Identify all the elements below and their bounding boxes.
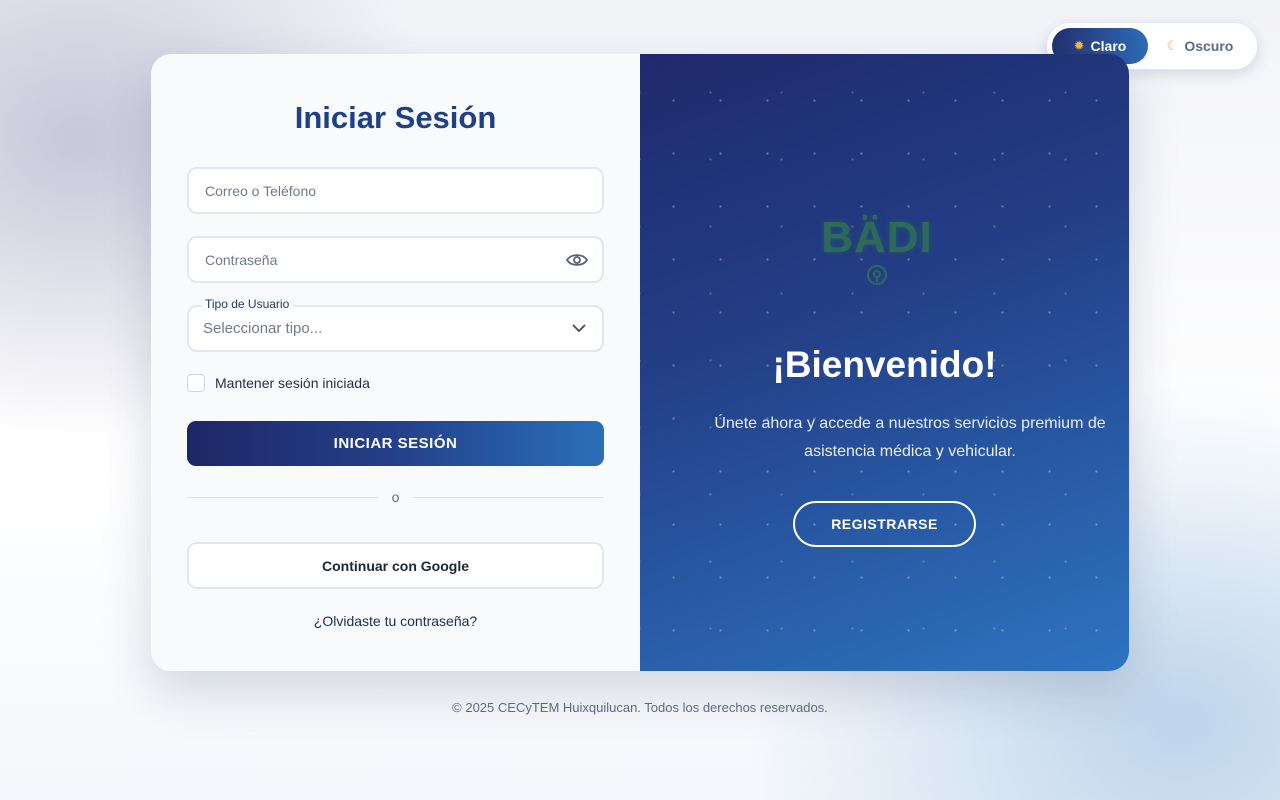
welcome-panel: BÄDI ¡Bienvenido! Únete ahora y accede a… (640, 54, 1129, 671)
or-divider: o (187, 488, 605, 506)
password-input[interactable] (203, 250, 566, 269)
user-type-select[interactable]: Seleccionar tipo... (187, 305, 604, 352)
theme-dark-button[interactable]: ☾ Oscuro (1148, 28, 1252, 64)
email-input[interactable] (203, 181, 588, 200)
theme-dark-label: Oscuro (1184, 38, 1234, 54)
login-title: Iniciar Sesión (294, 100, 497, 135)
divider-text: o (391, 489, 400, 505)
email-field[interactable] (187, 167, 604, 214)
password-field[interactable] (187, 236, 604, 283)
user-type-label: Tipo de Usuario (201, 297, 294, 311)
badi-logo: BÄDI (812, 212, 942, 292)
chevron-down-icon (572, 321, 588, 337)
remember-label: Mantener sesión iniciada (215, 375, 370, 391)
google-signin-button[interactable]: Continuar con Google (187, 542, 604, 589)
logo-text: BÄDI (821, 213, 933, 262)
divider-line-right (413, 496, 605, 498)
theme-light-label: Claro (1090, 38, 1127, 54)
forgot-password-link[interactable]: ¿Olvidaste tu contraseña? (151, 613, 640, 629)
moon-icon: ☾ (1166, 38, 1179, 53)
login-panel: Iniciar Sesión Tipo de Usuario Seleccion… (151, 54, 640, 671)
welcome-subtitle: Únete ahora y accede a nuestros servicio… (714, 415, 1106, 460)
login-submit-button[interactable]: INICIAR SESIÓN (187, 421, 604, 466)
auth-card: Iniciar Sesión Tipo de Usuario Seleccion… (151, 54, 1129, 671)
remember-me[interactable]: Mantener sesión iniciada (187, 374, 370, 392)
register-button[interactable]: REGISTRARSE (793, 501, 976, 547)
welcome-heading: ¡Bienvenido! (772, 344, 997, 385)
footer-copyright: © 2025 CECyTEM Huixquilucan. Todos los d… (452, 700, 828, 715)
lock-icon (867, 265, 887, 285)
eye-icon[interactable] (566, 249, 588, 271)
remember-checkbox[interactable] (187, 374, 205, 392)
sun-icon: ✹ (1073, 38, 1085, 53)
user-type-value: Seleccionar tipo... (203, 320, 323, 337)
divider-line-left (187, 496, 378, 498)
